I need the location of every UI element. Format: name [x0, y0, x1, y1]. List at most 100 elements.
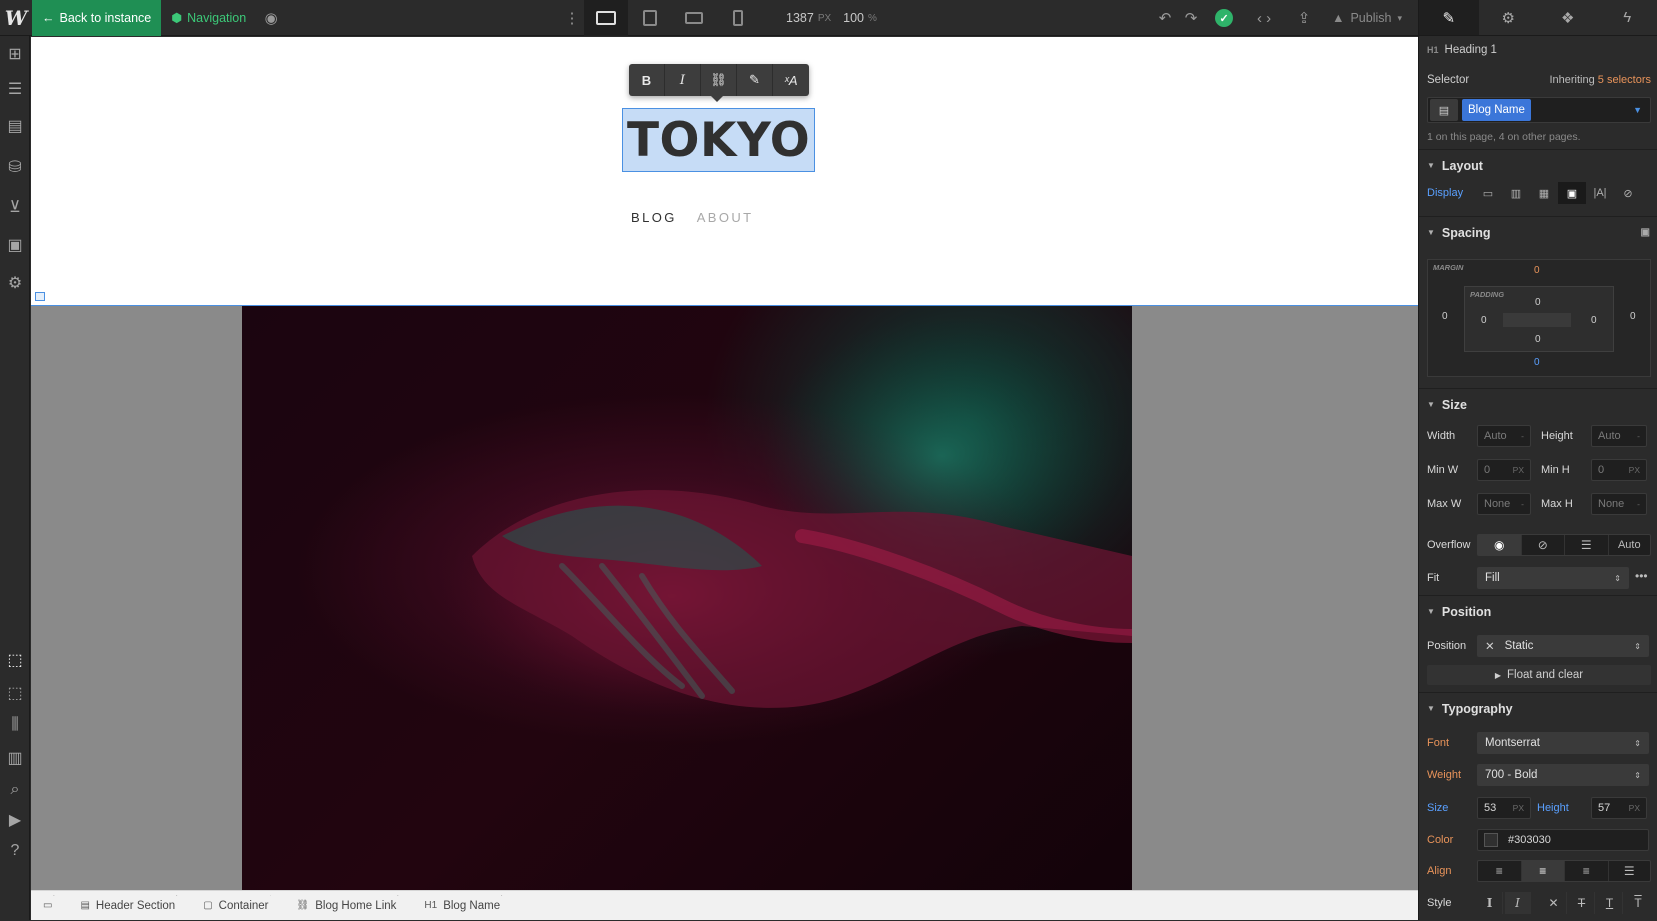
settings-gear-icon[interactable]: ⚙ [0, 268, 30, 298]
link-button[interactable]: ⛓ [701, 64, 737, 96]
decoration-strike-button[interactable]: T [1569, 892, 1595, 914]
breakpoint-desktop-button[interactable] [584, 0, 628, 36]
display-grid-button[interactable]: ▦ [1530, 182, 1558, 204]
max-width-input[interactable]: None- [1477, 493, 1531, 515]
hero-image-section[interactable] [31, 305, 1418, 890]
margin-right-value[interactable]: 0 [1630, 311, 1636, 322]
bold-button[interactable]: B [629, 64, 665, 96]
max-height-input[interactable]: None- [1591, 493, 1647, 515]
more-options-icon[interactable]: ••• [1635, 569, 1648, 583]
padding-right-value[interactable]: 0 [1591, 315, 1597, 326]
code-export-icon[interactable]: ‹ › [1246, 0, 1282, 36]
min-height-input[interactable]: 0PX [1591, 459, 1647, 481]
font-select[interactable]: Montserrat⇕ [1477, 732, 1649, 754]
breakpoint-mobile-landscape-button[interactable] [672, 0, 716, 36]
redo-icon[interactable]: ↷ [1180, 0, 1202, 36]
display-flex-button[interactable]: ▥ [1502, 182, 1530, 204]
padding-top-value[interactable]: 0 [1535, 297, 1541, 308]
margin-left-value[interactable]: 0 [1442, 311, 1448, 322]
preview-eye-icon[interactable]: ◉ [256, 0, 286, 36]
tab-style[interactable]: ✎ [1419, 0, 1479, 35]
clear-format-button[interactable]: ˣA [773, 64, 809, 96]
webflow-logo[interactable]: W [0, 0, 32, 36]
breadcrumb-container[interactable]: ▢ Container [191, 891, 284, 921]
pages-icon[interactable]: ▤ [0, 111, 30, 141]
tab-interactions[interactable]: ϟ [1598, 0, 1657, 35]
header-section[interactable]: B I ⛓ ✎ ˣA TOKYO BLOG ABOUT [31, 37, 1418, 323]
overflow-visible-button[interactable]: ◉ [1478, 535, 1522, 555]
section-spacing-header[interactable]: ▼ Spacing ▣ [1419, 216, 1657, 248]
overflow-auto-button[interactable]: Auto [1609, 535, 1651, 555]
section-size-header[interactable]: ▼ Size [1419, 388, 1657, 420]
nav-link-blog[interactable]: BLOG [631, 210, 677, 225]
selector-tag-icon[interactable]: ▤ [1430, 99, 1458, 121]
selector-chip-blog-name[interactable]: Blog Name [1462, 99, 1531, 121]
italic-button[interactable]: I [665, 64, 701, 96]
chevron-down-icon[interactable]: ▼ [1633, 105, 1642, 115]
more-dots-icon[interactable]: ⋮ [560, 0, 584, 36]
video-tutorials-icon[interactable]: ▶ [0, 805, 30, 835]
undo-icon[interactable]: ↶ [1154, 0, 1176, 36]
color-swatch[interactable] [1484, 833, 1498, 847]
assets-icon[interactable]: ▣ [0, 230, 30, 260]
margin-top-value[interactable]: 0 [1534, 265, 1540, 276]
style-brush-button[interactable]: ✎ [737, 64, 773, 96]
style-italic-button[interactable]: I [1505, 892, 1531, 914]
fit-select[interactable]: Fill⇕ [1477, 567, 1629, 589]
spacing-toggle-icon[interactable]: ▣ [1641, 227, 1650, 238]
padding-bottom-value[interactable]: 0 [1535, 334, 1541, 345]
symbol-navigation[interactable]: ⬢ Navigation [161, 0, 256, 36]
breadcrumb-blog-name[interactable]: H1 Blog Name [412, 891, 516, 921]
add-panel-icon[interactable]: ⊞ [0, 39, 30, 69]
navigator-icon[interactable]: ☰ [0, 74, 30, 104]
select-mode-icon[interactable]: ⬚ [0, 645, 30, 675]
font-size-input[interactable]: 53PX [1477, 797, 1531, 819]
float-and-clear-button[interactable]: ▶ Float and clear [1427, 665, 1651, 685]
display-inline-button[interactable]: |A| [1586, 182, 1614, 204]
tab-style-manager[interactable]: ❖ [1538, 0, 1598, 35]
breadcrumb-header-section[interactable]: ▤ Header Section [68, 891, 191, 921]
cms-icon[interactable]: ⛁ [0, 152, 30, 182]
min-width-input[interactable]: 0PX [1477, 459, 1531, 481]
align-justify-button[interactable]: ☰ [1609, 861, 1651, 881]
align-right-button[interactable]: ≡ [1565, 861, 1609, 881]
display-none-button[interactable]: ⊘ [1614, 182, 1642, 204]
height-input[interactable]: Auto- [1591, 425, 1647, 447]
color-input[interactable]: #303030 [1477, 829, 1649, 851]
search-icon[interactable]: ⌕ [0, 775, 30, 805]
ecommerce-icon[interactable]: ⊻ [0, 192, 30, 222]
align-left-button[interactable]: ≡ [1478, 861, 1522, 881]
hero-photo-hands[interactable] [242, 306, 1132, 890]
publish-button[interactable]: ▲ Publish ▾ [1326, 11, 1408, 25]
blog-name-heading[interactable]: TOKYO [623, 109, 814, 171]
display-inline-block-button[interactable]: ▣ [1558, 182, 1586, 204]
nav-link-about[interactable]: ABOUT [697, 210, 754, 225]
overflow-hidden-button[interactable]: ⊘ [1522, 535, 1566, 555]
padding-left-value[interactable]: 0 [1481, 315, 1487, 326]
decoration-overline-button[interactable]: T [1625, 892, 1651, 914]
decoration-none-button[interactable]: ✕ [1541, 892, 1567, 914]
preview-collections-icon[interactable]: ▥ [0, 743, 30, 773]
section-layout-header[interactable]: ▼ Layout [1419, 149, 1657, 181]
inheriting-selectors-link[interactable]: 5 selectors [1598, 74, 1651, 86]
breakpoint-mobile-portrait-button[interactable] [716, 0, 760, 36]
selector-field[interactable]: ▤ Blog Name ▼ [1427, 97, 1651, 123]
weight-select[interactable]: 700 - Bold⇕ [1477, 764, 1649, 786]
line-height-input[interactable]: 57PX [1591, 797, 1647, 819]
show-element-edges-icon[interactable]: ⬚ [0, 678, 30, 708]
width-input[interactable]: Auto- [1477, 425, 1531, 447]
design-canvas[interactable]: B I ⛓ ✎ ˣA TOKYO BLOG ABOUT [31, 37, 1418, 890]
share-icon[interactable]: ⇪ [1286, 0, 1322, 36]
decoration-underline-button[interactable]: T [1597, 892, 1623, 914]
breakpoint-tablet-button[interactable] [628, 0, 672, 36]
section-typography-header[interactable]: ▼ Typography [1419, 692, 1657, 724]
display-block-button[interactable]: ▭ [1474, 182, 1502, 204]
margin-bottom-value[interactable]: 0 [1534, 357, 1540, 368]
x-ray-mode-icon[interactable]: ⫼ [0, 710, 30, 740]
style-regular-button[interactable]: I [1477, 892, 1503, 914]
breadcrumb-blog-home-link[interactable]: ⛓ Blog Home Link [285, 891, 413, 921]
breadcrumb-body[interactable]: ▭ [31, 891, 68, 921]
back-to-instance-button[interactable]: ← Back to instance [32, 0, 161, 36]
save-status[interactable]: ✓ [1206, 0, 1242, 36]
align-center-button[interactable]: ≡ [1522, 861, 1566, 881]
